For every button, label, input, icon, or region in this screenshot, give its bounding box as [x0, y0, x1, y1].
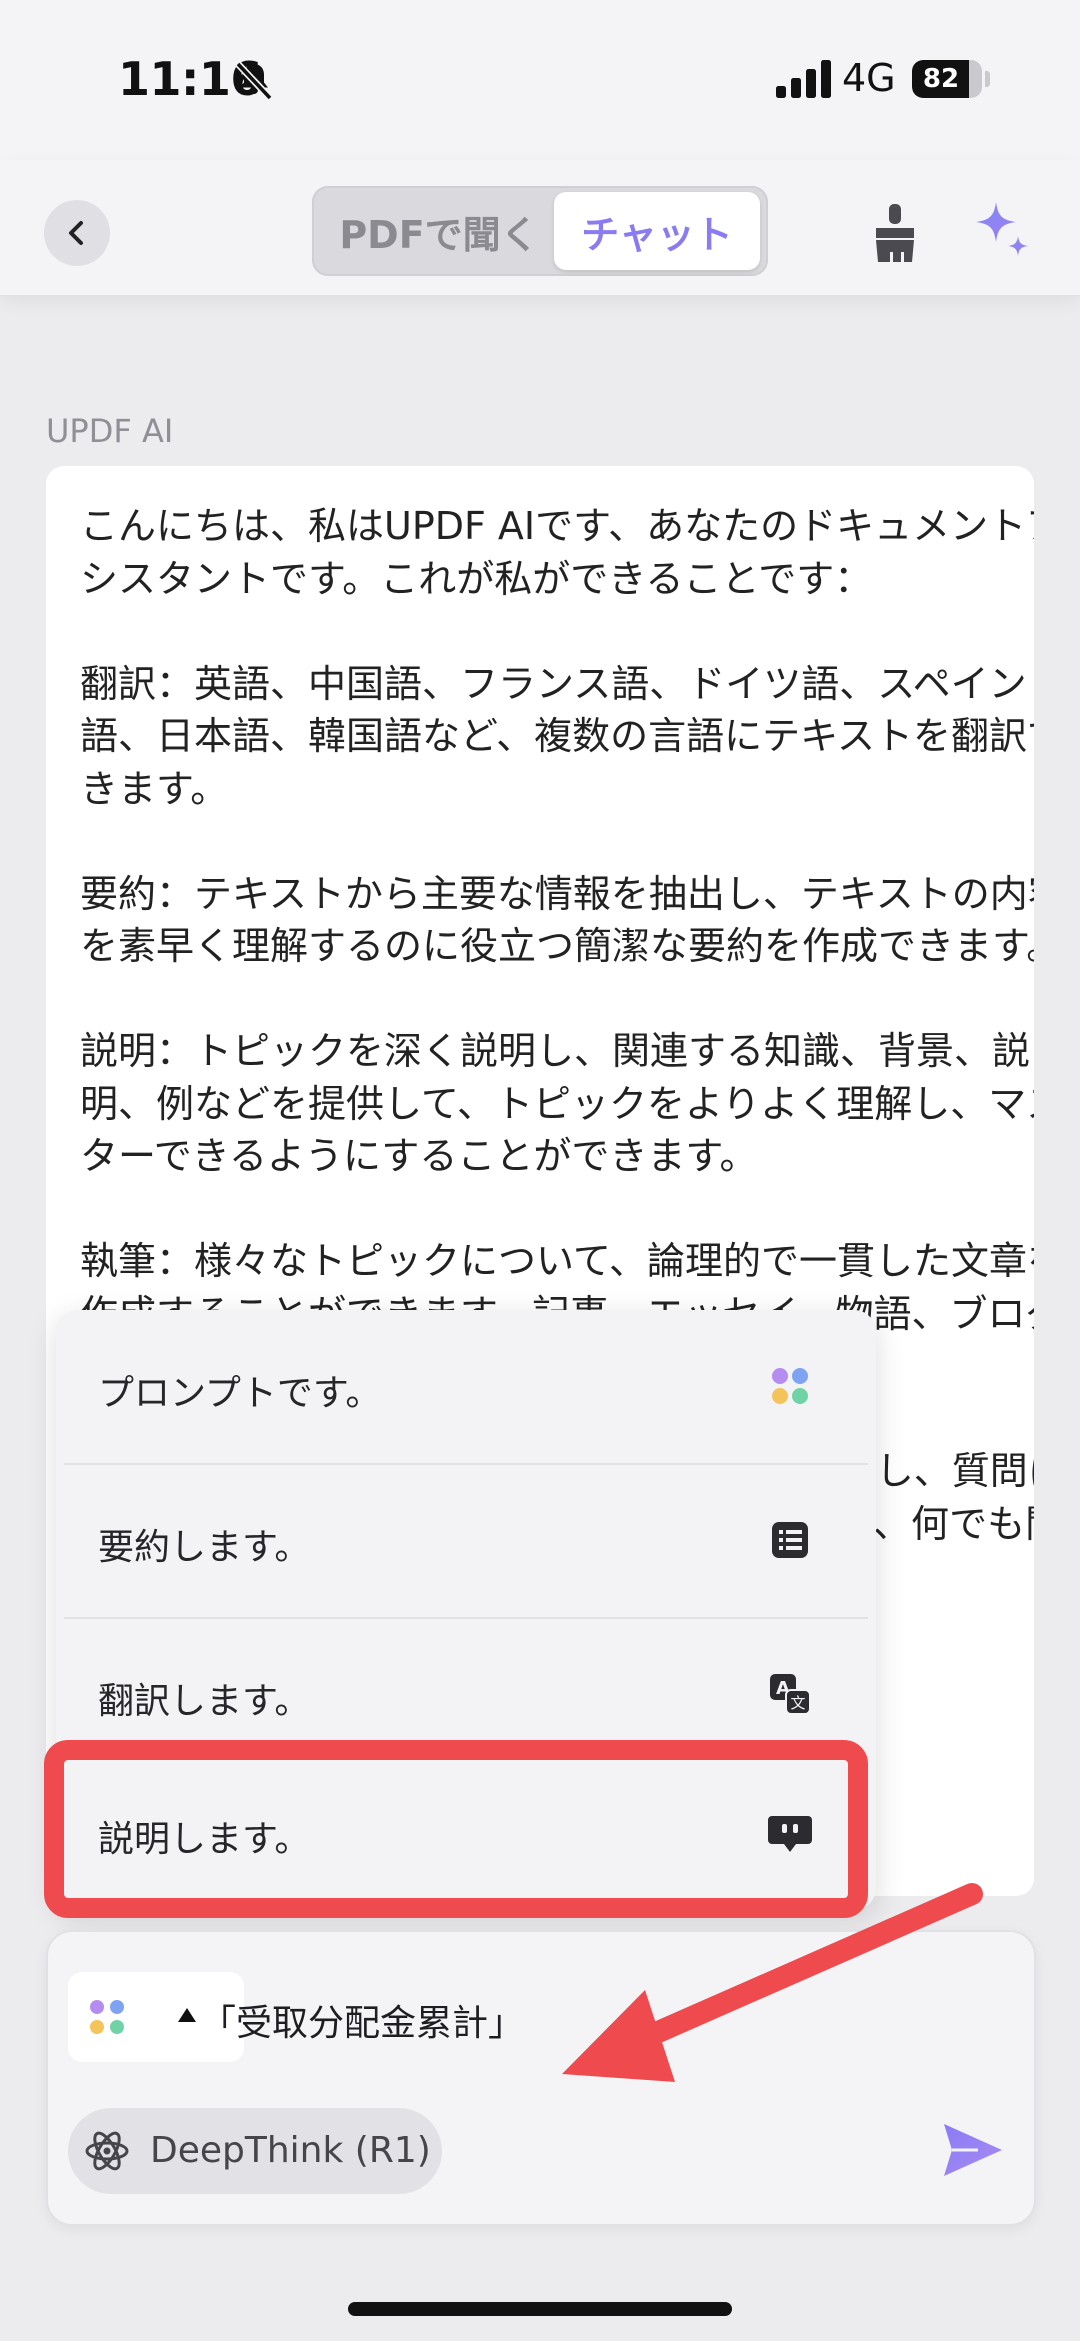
battery-icon: 82	[912, 60, 982, 98]
deepthink-button[interactable]: DeepThink (R1)	[68, 2108, 442, 2194]
battery-level: 82	[922, 64, 960, 94]
send-icon[interactable]	[942, 2122, 1004, 2178]
tab-pdf-ask[interactable]: PDFで聞く	[320, 192, 558, 270]
battery-nub	[985, 71, 990, 87]
signal-icon	[776, 60, 831, 98]
translate-icon: A 文	[770, 1674, 811, 1715]
menu-item-label: プロンプトです。	[98, 1373, 382, 1414]
prompt-dots-icon	[90, 2000, 124, 2034]
menu-item-label: 要約します。	[98, 1527, 311, 1568]
svg-text:文: 文	[790, 1694, 805, 1712]
quoted-text[interactable]: 「受取分配金累計」	[200, 1994, 524, 2046]
network-type: 4G	[842, 56, 896, 100]
highlight-annotation	[44, 1740, 868, 1918]
back-chevron-icon	[69, 221, 83, 245]
menu-item-label: 翻訳します。	[98, 1681, 311, 1722]
composer: 「受取分配金累計」 DeepThink (R1)	[46, 1930, 1036, 2226]
menu-item-prompt[interactable]: プロンプトです。	[56, 1310, 876, 1464]
caret-up-icon	[178, 2008, 196, 2022]
deepthink-label: DeepThink (R1)	[150, 2130, 431, 2171]
home-indicator	[348, 2302, 732, 2316]
prompt-dots-icon	[772, 1368, 808, 1404]
list-icon	[772, 1522, 808, 1558]
sparkle-icon[interactable]	[972, 198, 1032, 262]
atom-icon	[85, 2131, 129, 2171]
sender-name: UPDF AI	[46, 412, 174, 450]
status-bar: 11:16 4G 82	[0, 0, 1080, 160]
back-button[interactable]	[44, 200, 110, 266]
broom-icon[interactable]	[870, 204, 920, 262]
menu-item-summarize[interactable]: 要約します。	[56, 1464, 876, 1618]
header-bar: PDFで聞く チャット	[0, 160, 1080, 296]
bell-muted-icon	[235, 61, 273, 101]
tab-chat[interactable]: チャット	[554, 192, 760, 270]
mode-segmented-control: PDFで聞く チャット	[312, 186, 768, 276]
